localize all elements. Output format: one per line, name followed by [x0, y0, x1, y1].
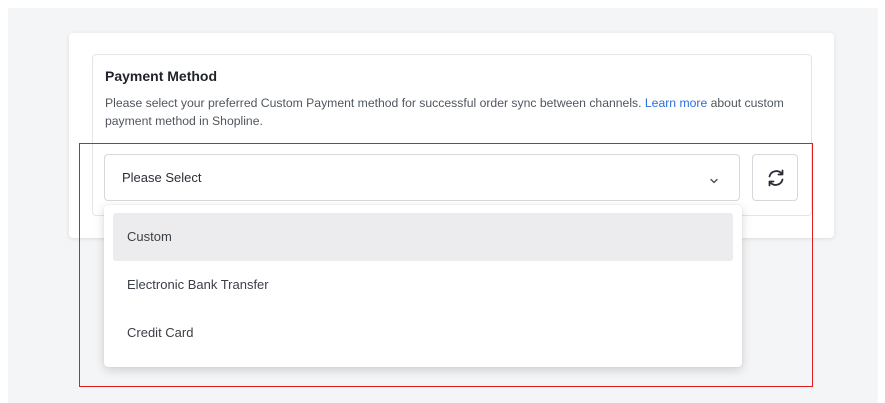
- refresh-button[interactable]: [752, 154, 798, 201]
- payment-method-select[interactable]: Please Select: [104, 154, 740, 201]
- select-value: Please Select: [122, 170, 202, 185]
- option-custom[interactable]: Custom: [113, 213, 733, 261]
- learn-more-link[interactable]: Learn more: [645, 96, 707, 110]
- payment-method-dropdown: Custom Electronic Bank Transfer Credit C…: [104, 205, 742, 367]
- option-electronic-bank-transfer[interactable]: Electronic Bank Transfer: [113, 261, 733, 309]
- description-text: Please select your preferred Custom Paym…: [105, 96, 645, 110]
- chevron-down-icon: [709, 173, 719, 184]
- section-title: Payment Method: [105, 68, 218, 84]
- section-description: Please select your preferred Custom Paym…: [105, 94, 795, 130]
- option-credit-card[interactable]: Credit Card: [113, 309, 733, 357]
- refresh-icon: [768, 169, 784, 187]
